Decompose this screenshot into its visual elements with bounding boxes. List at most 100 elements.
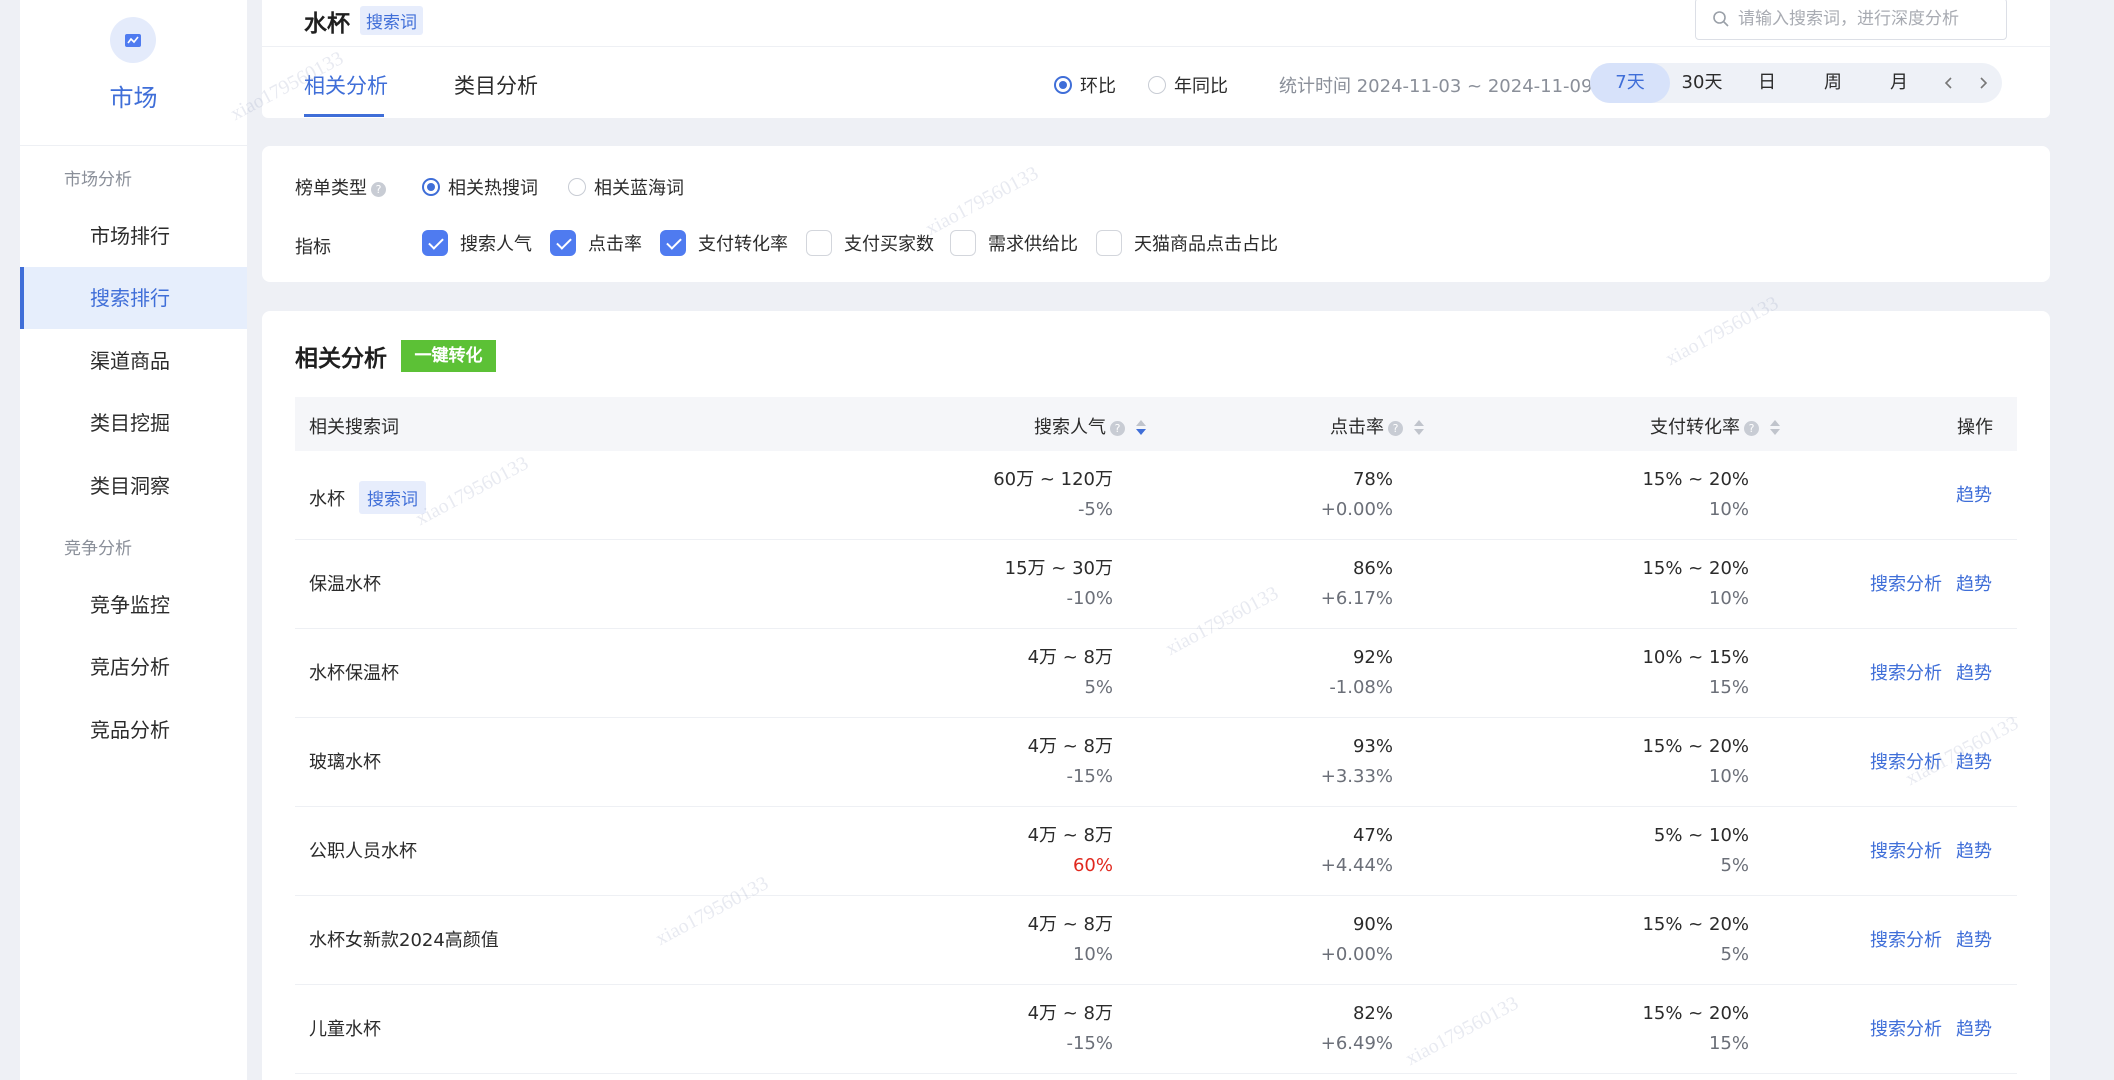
row-cvr: 15% ~ 20% 15%	[1642, 999, 1749, 1059]
sort-icon[interactable]	[1413, 419, 1424, 437]
trend-link[interactable]: 趋势	[1956, 659, 1992, 685]
sidebar: 市场 市场分析 市场排行 搜索排行 渠道商品 类目挖掘 类目洞察 竞争分析 竞争…	[20, 0, 247, 1080]
ctr-change: -1.08%	[1329, 677, 1393, 698]
filter-card: 榜单类型? 相关热搜词 相关蓝海词 指标 搜索人气 点击率 支付转化率 支付买家…	[262, 146, 2050, 282]
row-keyword-text: 保温水杯	[309, 574, 381, 595]
cvr-sub: 10%	[1708, 766, 1749, 787]
ctr-change: +6.49%	[1320, 1033, 1393, 1054]
table-card: 相关分析 一键转化 相关搜索词 搜索人气? 点击率? 支付转化率? 操作 水杯搜…	[262, 311, 2050, 1080]
checkbox	[422, 230, 448, 256]
metric-checkbox-popularity[interactable]: 搜索人气	[422, 230, 532, 256]
range-30d[interactable]: 30天	[1670, 63, 1734, 103]
sort-icon[interactable]	[1135, 419, 1146, 437]
ctr-change: +0.00%	[1320, 499, 1393, 520]
sidebar-item-channel-goods[interactable]: 渠道商品	[20, 330, 247, 392]
search-analysis-link[interactable]: 搜索分析	[1870, 659, 1942, 685]
search-analysis-link[interactable]: 搜索分析	[1870, 748, 1942, 774]
radio-mom[interactable]: 环比	[1054, 72, 1116, 98]
row-keyword-text: 水杯女新款2024高颜值	[309, 930, 499, 951]
row-ctr: 90% +0.00%	[1321, 910, 1393, 970]
ctr-value: 92%	[1352, 647, 1393, 668]
row-ctr: 78% +0.00%	[1321, 465, 1393, 525]
row-keyword: 公职人员水杯	[309, 837, 417, 863]
row-cvr: 15% ~ 20% 10%	[1642, 554, 1749, 614]
row-popularity: 4万 ~ 8万 -15%	[1028, 732, 1113, 792]
row-ctr: 93% +3.33%	[1321, 732, 1393, 792]
trend-link[interactable]: 趋势	[1956, 1015, 1992, 1041]
range-month[interactable]: 月	[1866, 63, 1932, 103]
metric-checkbox-ctr[interactable]: 点击率	[550, 230, 642, 256]
tab-related-analysis[interactable]: 相关分析	[304, 70, 388, 100]
metric-checkbox-tmall-ctr[interactable]: 天猫商品点击占比	[1096, 230, 1278, 256]
trend-link[interactable]: 趋势	[1956, 837, 1992, 863]
row-ops: 搜索分析 趋势	[1870, 748, 1992, 774]
sidebar-group-market: 市场分析	[64, 170, 132, 190]
header-top: 水杯 搜索词	[262, 0, 2050, 47]
search-analysis-link[interactable]: 搜索分析	[1870, 570, 1942, 596]
popularity-value: 4万 ~ 8万	[1027, 825, 1113, 846]
row-ops: 搜索分析 趋势	[1870, 1015, 1992, 1041]
sidebar-item-market-rank[interactable]: 市场排行	[20, 205, 247, 267]
row-keyword: 水杯保温杯	[309, 659, 399, 685]
search-analysis-link[interactable]: 搜索分析	[1870, 1015, 1942, 1041]
table-row: 保温水杯 15万 ~ 30万 -10% 86% +6.17% 15% ~ 20% 10% 搜索…	[295, 540, 2017, 629]
sidebar-item-search-rank[interactable]: 搜索排行	[20, 267, 247, 329]
radio-yoy[interactable]: 年同比	[1148, 72, 1228, 98]
metric-checkbox-supply-demand[interactable]: 需求供给比	[950, 230, 1078, 256]
cvr-sub: 10%	[1708, 499, 1749, 520]
row-cvr: 10% ~ 15% 15%	[1642, 643, 1749, 703]
table-row: 水杯女新款2024高颜值 4万 ~ 8万 10% 90% +0.00% 15% ~ 20%…	[295, 896, 2017, 985]
chevron-left-icon[interactable]	[1932, 63, 1966, 103]
popularity-value: 15万 ~ 30万	[1004, 558, 1113, 579]
keyword-tag: 搜索词	[360, 6, 423, 35]
ctr-change: +6.17%	[1320, 588, 1393, 609]
sidebar-item-category-insight[interactable]: 类目洞察	[20, 455, 247, 517]
popularity-value: 4万 ~ 8万	[1027, 1003, 1113, 1024]
sidebar-item-store-analysis[interactable]: 竞店分析	[20, 636, 247, 698]
sidebar-item-product-analysis[interactable]: 竞品分析	[20, 699, 247, 761]
metric-label-text: 天猫商品点击占比	[1134, 234, 1278, 255]
help-icon[interactable]: ?	[1110, 420, 1125, 436]
row-keyword-text: 儿童水杯	[309, 1019, 381, 1040]
trend-link[interactable]: 趋势	[1956, 748, 1992, 774]
cvr-value: 5% ~ 10%	[1653, 825, 1749, 846]
search-box[interactable]	[1695, 0, 2007, 40]
col-popularity[interactable]: 搜索人气?	[1034, 413, 1146, 439]
search-analysis-link[interactable]: 搜索分析	[1870, 926, 1942, 952]
trend-link[interactable]: 趋势	[1956, 926, 1992, 952]
search-analysis-link[interactable]: 搜索分析	[1870, 837, 1942, 863]
row-ctr: 92% -1.08%	[1329, 643, 1393, 703]
popularity-value: 4万 ~ 8万	[1027, 647, 1113, 668]
popularity-change: -5%	[1077, 499, 1113, 520]
search-input[interactable]	[1738, 5, 1998, 33]
col-cvr[interactable]: 支付转化率?	[1650, 413, 1780, 439]
metric-checkbox-buyers[interactable]: 支付买家数	[806, 230, 934, 256]
range-week[interactable]: 周	[1800, 63, 1866, 103]
ctr-value: 82%	[1352, 1003, 1393, 1024]
sort-icon[interactable]	[1769, 419, 1780, 437]
tab-category-analysis[interactable]: 类目分析	[454, 70, 538, 100]
cvr-value: 15% ~ 20%	[1642, 558, 1749, 579]
help-icon[interactable]: ?	[1744, 420, 1759, 436]
radio-blue-ocean[interactable]: 相关蓝海词	[568, 174, 684, 200]
trend-link[interactable]: 趋势	[1956, 481, 1992, 507]
row-keyword-text: 水杯	[309, 488, 345, 510]
convert-button[interactable]: 一键转化	[401, 340, 496, 372]
help-icon[interactable]: ?	[371, 181, 386, 197]
trend-link[interactable]: 趋势	[1956, 570, 1992, 596]
sidebar-item-category-mining[interactable]: 类目挖掘	[20, 392, 247, 454]
list-type-label-text: 榜单类型	[295, 178, 367, 199]
metric-checkbox-cvr[interactable]: 支付转化率	[660, 230, 788, 256]
radio-hot-words[interactable]: 相关热搜词	[422, 174, 538, 200]
range-day[interactable]: 日	[1734, 63, 1800, 103]
range-7d[interactable]: 7天	[1590, 63, 1670, 103]
popularity-value: 60万 ~ 120万	[993, 469, 1113, 490]
col-ctr[interactable]: 点击率?	[1330, 413, 1424, 439]
stat-time: 统计时间 2024-11-03 ~ 2024-11-09	[1279, 76, 1593, 97]
help-icon[interactable]: ?	[1388, 420, 1403, 436]
table-row: 水杯保温杯 4万 ~ 8万 5% 92% -1.08% 10% ~ 15% 15% 搜索分析趋…	[295, 629, 2017, 718]
col-keyword: 相关搜索词	[309, 417, 399, 438]
chevron-right-icon[interactable]	[1966, 63, 2000, 103]
sidebar-group-competition: 竞争分析	[64, 539, 132, 559]
sidebar-item-competition-monitor[interactable]: 竞争监控	[20, 574, 247, 636]
